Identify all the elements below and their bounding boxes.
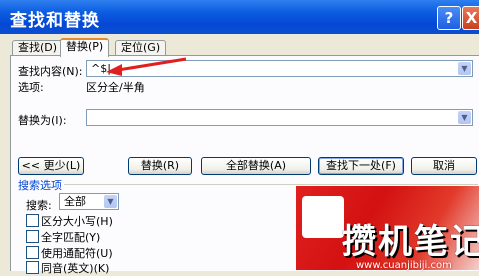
chevron-down-icon[interactable]: ▼ [458,111,471,124]
watermark-logo-icon [302,196,344,238]
watermark-title: 攒机笔记 [342,222,479,262]
search-options-heading: 搜索选项 [18,179,62,192]
match-case-label: 区分大小写(H) [41,215,113,228]
search-scope-select[interactable]: 全部 ▼ [59,193,119,210]
annotation-arrow-icon [106,57,187,76]
cancel-button[interactable]: 取消 [411,157,477,175]
wildcards-label: 使用通配符(U) [41,247,113,260]
whole-word-label: 全字匹配(Y) [41,231,101,244]
find-label: 查找内容(N): [18,65,83,78]
search-scope-label: 搜索: [26,199,52,212]
chevron-down-icon[interactable]: ▼ [104,195,117,208]
sounds-like-checkbox[interactable] [26,261,39,274]
replace-input[interactable]: ▼ [86,109,473,126]
sounds-like-label: 同音(英文)(K) [41,262,110,275]
find-next-button[interactable]: 查找下一处(F) [318,157,404,175]
search-scope-value: 全部 [64,195,86,208]
tab-goto[interactable]: 定位(G) [115,40,167,55]
replace-button[interactable]: 替换(R) [128,157,192,175]
watermark-url: www.cuanjibiji.com [356,260,452,271]
title-bar[interactable]: 查找和替换 ? X [0,0,479,34]
less-button[interactable]: << 更少(L) [18,157,84,175]
tab-replace[interactable]: 替换(P) [60,38,110,57]
help-button[interactable]: ? [437,6,461,30]
options-label: 选项: [18,81,44,94]
window-title: 查找和替换 [10,11,100,31]
tab-find[interactable]: 查找(D) [12,40,64,55]
chevron-down-icon[interactable]: ▼ [458,62,471,75]
replace-all-button[interactable]: 全部替换(A) [201,157,311,175]
wildcards-checkbox[interactable] [26,246,39,259]
watermark: 攒机笔记 www.cuanjibiji.com [296,186,479,271]
options-value: 区分全/半角 [86,81,145,94]
match-case-checkbox[interactable] [26,214,39,227]
close-button[interactable]: X [462,6,479,30]
whole-word-checkbox[interactable] [26,230,39,243]
section-divider [64,184,478,185]
replace-label: 替换为(I): [18,114,67,127]
